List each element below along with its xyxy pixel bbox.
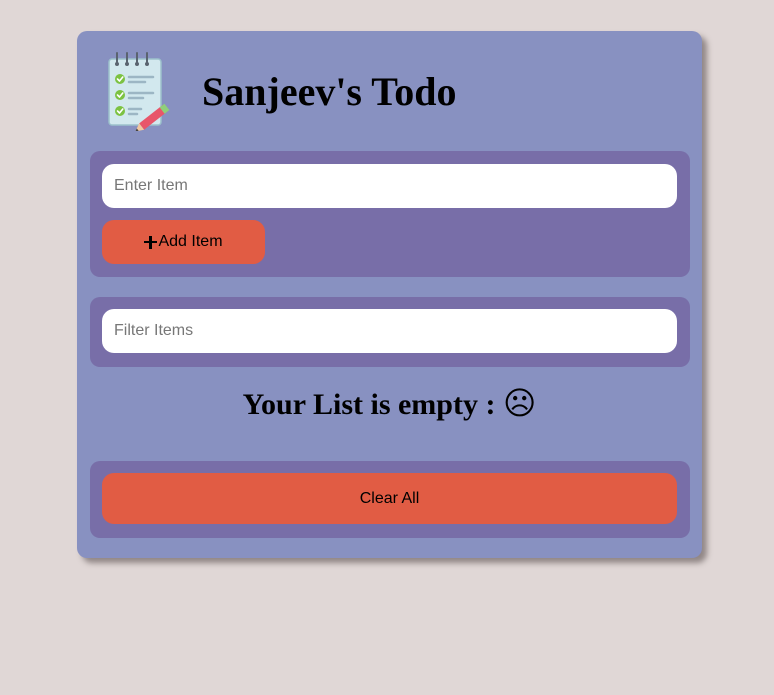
- add-item-form: Add Item: [90, 151, 690, 277]
- notepad-checklist-icon: [108, 52, 170, 131]
- clear-all-button[interactable]: Clear All: [102, 473, 677, 524]
- app-title: Sanjeev's Todo: [202, 69, 457, 114]
- item-input[interactable]: [102, 164, 677, 208]
- filter-form: [90, 297, 690, 367]
- clear-all-button-label: Clear All: [359, 489, 420, 507]
- filter-input[interactable]: [102, 309, 677, 353]
- empty-list-text: Your List is empty :: [242, 388, 503, 421]
- add-item-button[interactable]: Add Item: [102, 220, 265, 264]
- empty-list-message: Your List is empty : ☹: [77, 381, 702, 427]
- todo-card: Sanjeev's Todo Add Item Your List is emp…: [77, 31, 702, 558]
- add-item-button-label: Add Item: [158, 233, 223, 250]
- clear-section: Clear All: [90, 461, 690, 538]
- plus-icon: [144, 235, 158, 249]
- frown-face-icon: ☹: [502, 384, 537, 422]
- app-header: Sanjeev's Todo: [77, 31, 702, 151]
